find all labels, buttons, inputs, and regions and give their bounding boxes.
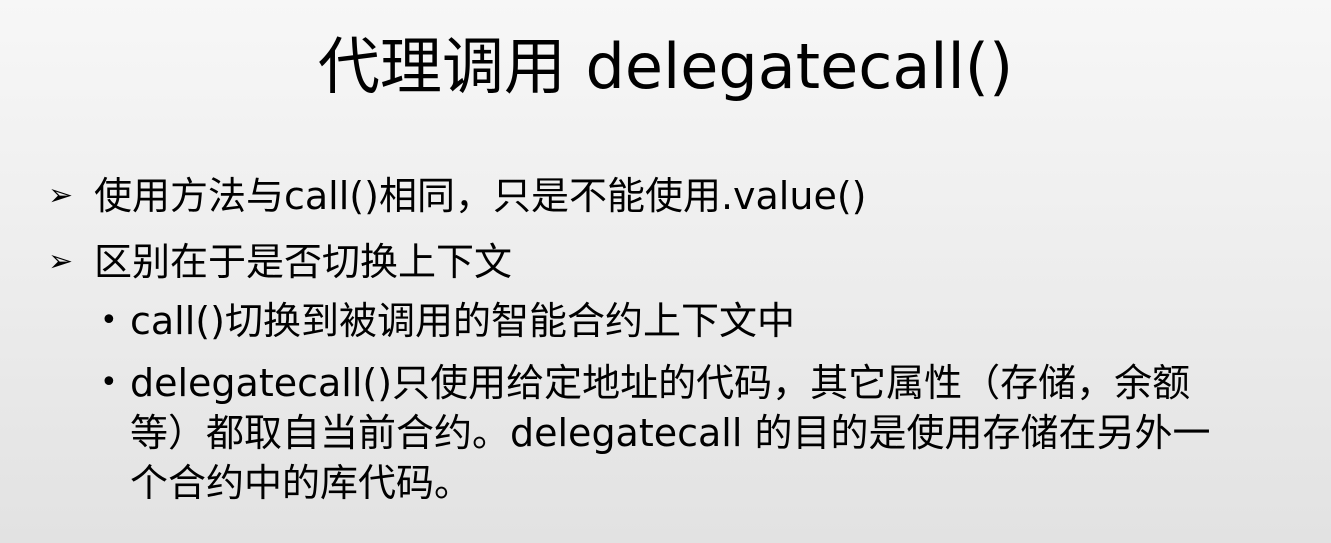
sub-bullet-list: • call()切换到被调用的智能合约上下文中 • delegatecall()… [48, 296, 1308, 508]
bullet-difference-text: 区别在于是否切换上下文 [94, 240, 513, 284]
arrow-bullet-icon: ➢ [48, 178, 74, 213]
sub-bullet-delegatecall: • delegatecall()只使用给定地址的代码，其它属性（存储，余额 等）… [48, 358, 1308, 508]
dot-bullet-icon: • [100, 303, 118, 338]
bullet-difference: ➢ 区别在于是否切换上下文 [48, 236, 1308, 288]
dot-bullet-icon: • [100, 365, 118, 400]
sub-bullet-delegatecall-text: delegatecall()只使用给定地址的代码，其它属性（存储，余额 等）都取… [130, 358, 1270, 508]
arrow-bullet-icon: ➢ [48, 244, 74, 279]
sub-bullet-delegatecall-line-2: 等）都取自当前合约。delegatecall 的目的是使用存储在另外一 [130, 411, 1211, 455]
slide-content: ➢ 使用方法与call()相同，只是不能使用.value() ➢ 区别在于是否切… [48, 170, 1308, 520]
bullet-usage: ➢ 使用方法与call()相同，只是不能使用.value() [48, 170, 1308, 222]
sub-bullet-delegatecall-line-1: delegatecall()只使用给定地址的代码，其它属性（存储，余额 [130, 361, 1191, 405]
sub-bullet-delegatecall-line-3: 个合约中的库代码。 [130, 461, 473, 505]
slide: 代理调用 delegatecall() ➢ 使用方法与call()相同，只是不能… [0, 0, 1331, 543]
bullet-usage-text: 使用方法与call()相同，只是不能使用.value() [94, 174, 867, 218]
sub-bullet-call: • call()切换到被调用的智能合约上下文中 [48, 296, 1308, 346]
sub-bullet-call-text: call()切换到被调用的智能合约上下文中 [130, 299, 795, 343]
slide-title: 代理调用 delegatecall() [317, 30, 1014, 103]
